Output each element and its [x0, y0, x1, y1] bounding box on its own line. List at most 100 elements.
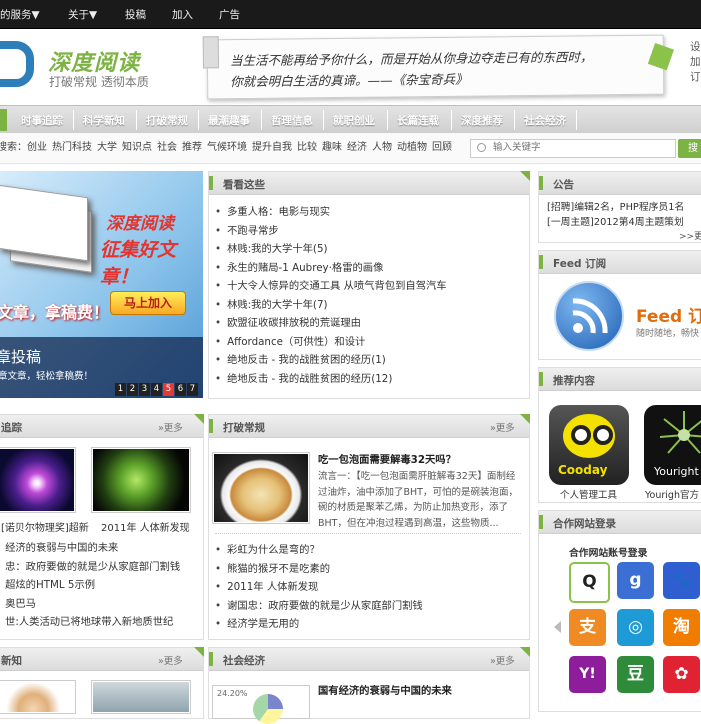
list-item[interactable]: 多重人格：电影与现实: [215, 203, 447, 222]
nav-item-news[interactable]: 时事追踪: [21, 113, 63, 128]
alipay-login-icon[interactable]: 支: [569, 609, 606, 646]
pager-1[interactable]: 1: [115, 383, 126, 396]
list-item[interactable]: 忠：政府要做的就是少从家庭部门割钱: [0, 558, 180, 577]
list-item[interactable]: 经济学是无用的: [215, 615, 423, 634]
header-link-2[interactable]: 加: [690, 54, 701, 69]
taobao-login-icon[interactable]: 淘: [663, 609, 700, 646]
notice-more-link[interactable]: >>更: [679, 229, 701, 242]
list-item[interactable]: 经济的衰弱与中国的未来: [0, 539, 180, 558]
list-item[interactable]: 2011年 人体新发现: [215, 578, 423, 597]
list-item[interactable]: 奥巴马: [0, 595, 180, 614]
noodle-thumbnail[interactable]: [212, 452, 310, 524]
room-thumbnail[interactable]: [91, 680, 191, 714]
keyword-link[interactable]: 创业: [27, 142, 47, 153]
promo-banner[interactable]: 深度阅读 征集好文章！ 文章，拿稿费！ 马上加入 章投稿 章文章，轻松拿稿费！: [0, 171, 203, 398]
list-item[interactable]: 彩虹为什么是弯的？: [215, 541, 423, 560]
qq-login-icon[interactable]: Q: [569, 562, 610, 603]
rss-icon[interactable]: [554, 281, 624, 351]
nav-item-serial[interactable]: 长篇连载: [397, 113, 439, 128]
yahoo-login-icon[interactable]: Y!: [569, 656, 606, 693]
list-item[interactable]: Affordance（可供性）和设计: [215, 333, 447, 352]
keyword-link[interactable]: 气候环境: [207, 142, 247, 153]
keyword-link[interactable]: 人物: [372, 142, 392, 153]
thumb-caption[interactable]: 2011年 人体新发现: [101, 519, 190, 534]
douban-login-icon[interactable]: 豆: [617, 656, 654, 693]
panel-notice: 公告 [招聘]编辑2名，PHP程序员1名 [一周主题]2012第4周主题策划 >…: [538, 171, 701, 243]
baidu-login-icon[interactable]: 🐾: [663, 562, 700, 599]
topnav-join[interactable]: 加入: [172, 7, 193, 22]
youright-app-icon[interactable]: Youright: [644, 405, 701, 485]
header-link-3[interactable]: 订: [690, 69, 701, 84]
nav-item-trending[interactable]: 最潮趣事: [208, 113, 250, 128]
body-thumbnail[interactable]: [91, 447, 191, 513]
list-item[interactable]: 永生的赌局-1 Aubrey·格雷的画像: [215, 259, 447, 278]
list-item[interactable]: 十大令人惊异的交通工具 从喷气背包到自驾汽车: [215, 277, 447, 296]
feature-title[interactable]: 国有经济的衰弱与中国的未来: [318, 682, 452, 697]
pager-4[interactable]: 4: [151, 383, 162, 396]
more-link[interactable]: »更多: [158, 420, 183, 434]
keyword-link[interactable]: 比较: [297, 142, 317, 153]
list-item[interactable]: 世:人类活动已将地球带入新地质世纪: [0, 613, 180, 632]
supernova-thumbnail[interactable]: [0, 447, 76, 513]
keyword-link[interactable]: 大学: [97, 142, 117, 153]
feed-logo-text[interactable]: Feed 订: [636, 302, 701, 327]
more-link[interactable]: »更多: [158, 653, 183, 667]
nav-item-unconventional[interactable]: 打破常规: [146, 113, 188, 128]
pager-3[interactable]: 3: [139, 383, 150, 396]
comic-thumbnail[interactable]: [0, 680, 76, 714]
pager-7[interactable]: 7: [187, 383, 198, 396]
topnav-ads[interactable]: 广告: [219, 7, 240, 22]
logo-icon[interactable]: [0, 41, 34, 87]
list-item[interactable]: 绝地反击 - 我的战胜贫困的经历(1): [215, 351, 447, 370]
topnav-about[interactable]: 关于▼: [68, 7, 97, 22]
keyword-link[interactable]: 趣味: [322, 142, 342, 153]
app-caption[interactable]: Yourigh官方: [645, 487, 699, 501]
list-item[interactable]: 超炫的HTML 5示例: [0, 576, 180, 595]
thumb-caption[interactable]: [诺贝尔物理奖]超新: [1, 519, 89, 534]
nav-item-philosophy[interactable]: 哲理信息: [271, 113, 313, 128]
nav-item-career[interactable]: 就职创业: [333, 113, 375, 128]
scroll-left-icon[interactable]: [554, 621, 561, 633]
nav-item-science[interactable]: 科学新知: [83, 113, 125, 128]
keyword-link[interactable]: 推荐: [182, 142, 202, 153]
pager-2[interactable]: 2: [127, 383, 138, 396]
keyword-link[interactable]: 提升自我: [252, 142, 292, 153]
join-now-button[interactable]: 马上加入: [110, 291, 186, 315]
feature-title[interactable]: 吃一包泡面需要解毒32天吗？: [318, 451, 456, 466]
kaixin-login-icon[interactable]: ✿: [663, 656, 700, 693]
keyword-link[interactable]: 热门科技: [52, 142, 92, 153]
keyword-link[interactable]: 经济: [347, 142, 367, 153]
pager-6[interactable]: 6: [175, 383, 186, 396]
list-item[interactable]: 不跑寻常步: [215, 222, 447, 241]
pie-chart-thumbnail[interactable]: 24.20%: [212, 685, 310, 724]
topnav-services[interactable]: 的服务▼: [0, 7, 40, 22]
list-item[interactable]: 欧盟征收碳排放税的荒诞理由: [215, 314, 447, 333]
more-link[interactable]: »更多: [490, 420, 515, 434]
pager-5[interactable]: 5: [163, 383, 174, 396]
list-item[interactable]: 绝地反击 - 我的战胜贫困的经历(12): [215, 370, 447, 389]
nav-home-marker[interactable]: [0, 109, 7, 131]
search-input[interactable]: [491, 141, 675, 154]
list-item[interactable]: 熊猫的猴牙不是吃素的: [215, 560, 423, 579]
notice-item[interactable]: [一周主题]2012第4周主题策划: [547, 214, 684, 228]
keyword-link[interactable]: 知识点: [122, 142, 152, 153]
keyword-link[interactable]: 回顾: [432, 142, 452, 153]
nav-item-economy[interactable]: 社会经济: [524, 113, 566, 128]
msn-login-icon[interactable]: ◎: [617, 609, 654, 646]
keyword-link[interactable]: 动植物: [397, 142, 427, 153]
more-link[interactable]: »更多: [490, 653, 515, 667]
cooday-app-icon[interactable]: Cooday: [549, 405, 629, 485]
list-item[interactable]: 林贱:我的大学十年(7): [215, 296, 447, 315]
pie-chart-icon: [253, 694, 283, 724]
list-item[interactable]: 林贱:我的大学十年(5): [215, 240, 447, 259]
header-link-1[interactable]: 设: [690, 39, 701, 54]
search-button[interactable]: 搜: [678, 139, 701, 158]
list-item[interactable]: 谢国忠：政府要做的就是少从家庭部门割钱: [215, 597, 423, 616]
notice-item[interactable]: [招聘]编辑2名，PHP程序员1名: [547, 199, 684, 213]
google-login-icon[interactable]: g: [617, 562, 654, 599]
nav-item-recommend[interactable]: 深度推荐: [461, 113, 503, 128]
topnav-submit[interactable]: 投稿: [125, 7, 146, 22]
tape-icon: [202, 36, 220, 69]
app-caption[interactable]: 个人管理工具: [560, 487, 617, 501]
keyword-link[interactable]: 社会: [157, 142, 177, 153]
